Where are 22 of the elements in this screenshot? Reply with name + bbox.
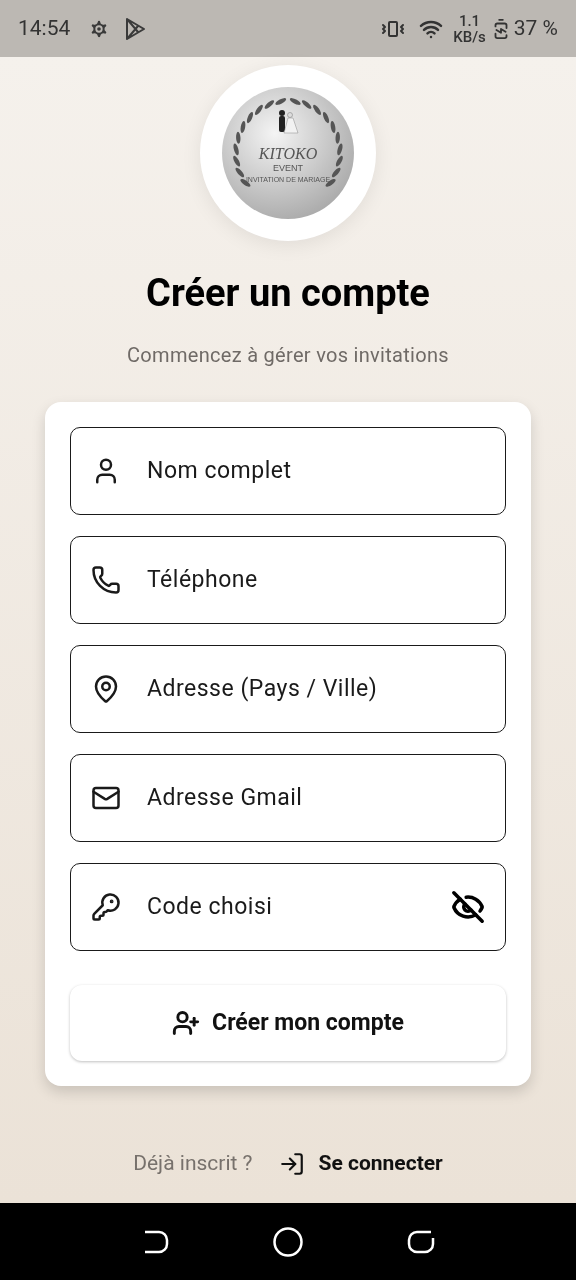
- battery-percent: 37 %: [513, 14, 558, 42]
- home-icon[interactable]: [272, 1225, 304, 1258]
- login-icon: [278, 1150, 305, 1177]
- page-subtitle: Commencez à gérer vos invitations: [127, 342, 449, 369]
- input-field[interactable]: Adresse (Pays / Ville): [70, 645, 506, 733]
- input-field[interactable]: Nom complet: [70, 427, 506, 515]
- play-store-icon: [124, 16, 147, 41]
- input-field[interactable]: Code choisi: [70, 863, 506, 951]
- create-account-button[interactable]: Créer mon compte: [70, 985, 506, 1061]
- recents-icon[interactable]: [406, 1228, 435, 1255]
- network-speed-value: 1.1: [458, 12, 481, 29]
- input-field[interactable]: Téléphone: [70, 536, 506, 624]
- key-icon: [91, 892, 121, 922]
- clock-time: 14:54: [18, 14, 71, 42]
- login-prompt: Déjà inscrit ?: [133, 1150, 253, 1177]
- add-person-icon: [172, 1009, 201, 1037]
- phone-icon: [91, 565, 121, 595]
- page-title: Créer un compte: [146, 270, 430, 317]
- input-field[interactable]: Adresse Gmail: [70, 754, 506, 842]
- eye-off-icon[interactable]: [451, 890, 485, 924]
- network-speed-unit: KB/s: [453, 28, 486, 45]
- login-link[interactable]: Se connecter: [278, 1148, 443, 1180]
